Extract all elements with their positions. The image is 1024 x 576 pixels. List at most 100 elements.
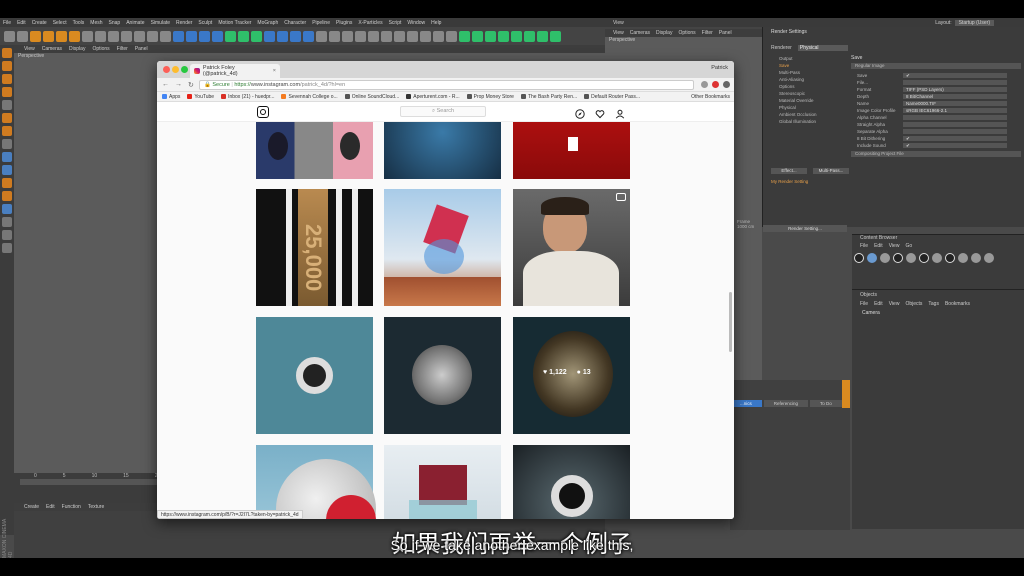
bookmark-item[interactable]: Default Router Pass...: [584, 94, 640, 100]
bookmark-item[interactable]: Apps: [162, 94, 180, 100]
post-tile[interactable]: [513, 445, 630, 519]
toolbar-button-icon[interactable]: [43, 30, 54, 42]
attribute-tab[interactable]: ...nics: [730, 400, 762, 407]
menu-item-script[interactable]: Script: [389, 20, 402, 26]
menu-item-render[interactable]: Render: [176, 20, 192, 26]
menu-item-help[interactable]: Help: [431, 20, 441, 26]
toolbar-button-icon[interactable]: [524, 30, 535, 42]
tool-icon[interactable]: [2, 217, 12, 227]
menu-item-animate[interactable]: Animate: [126, 20, 144, 26]
toolbar-button-icon[interactable]: [186, 30, 197, 42]
viewport-menu-options[interactable]: Options: [92, 46, 109, 52]
render-list-item[interactable]: Stereoscopic: [771, 90, 849, 97]
material-menu-texture[interactable]: Texture: [88, 504, 104, 510]
close-tab-icon[interactable]: ×: [273, 68, 276, 74]
setting-value[interactable]: ✔: [903, 136, 1007, 141]
toolbar-button-icon[interactable]: [199, 30, 210, 42]
toolbar-button-icon[interactable]: [17, 30, 28, 42]
scrollbar[interactable]: [729, 292, 732, 352]
toolbar-button-icon[interactable]: [69, 30, 80, 42]
toolbar-button-icon[interactable]: [381, 30, 392, 42]
setting-value[interactable]: [903, 115, 1007, 120]
material-thumb[interactable]: [880, 253, 890, 263]
post-tile[interactable]: ♥ 1,122 ● 13: [513, 317, 630, 434]
profile-icon[interactable]: [615, 106, 625, 119]
side-tab[interactable]: [842, 380, 850, 408]
setting-value[interactable]: Name0000.TIF: [903, 101, 1007, 106]
toolbar-button-icon[interactable]: [407, 30, 418, 42]
toolbar-button-icon[interactable]: [498, 30, 509, 42]
tool-icon[interactable]: [2, 230, 12, 240]
render-list-item[interactable]: Multi-Pass: [771, 69, 849, 76]
multipass-button[interactable]: Multi-Pass...: [813, 168, 849, 174]
attribute-tab[interactable]: To Do: [810, 400, 842, 407]
extension-icon[interactable]: [712, 81, 719, 88]
menu-item-mesh[interactable]: Mesh: [90, 20, 102, 26]
post-tile[interactable]: [256, 445, 376, 519]
post-tile[interactable]: [384, 189, 501, 306]
bookmark-item[interactable]: Online SoundCloud...: [344, 94, 399, 100]
toolbar-button-icon[interactable]: [212, 30, 223, 42]
objects-menu-bookmarks[interactable]: Bookmarks: [945, 301, 970, 307]
tool-icon[interactable]: [2, 126, 12, 136]
reload-icon[interactable]: ↻: [188, 81, 194, 89]
menu-item-window[interactable]: Window: [407, 20, 425, 26]
toolbar-button-icon[interactable]: [173, 30, 184, 42]
setting-value[interactable]: TIFF (PSD Layers): [903, 87, 1007, 92]
viewport-menu-display[interactable]: Display: [69, 46, 85, 52]
toolbar-button-icon[interactable]: [485, 30, 496, 42]
post-tile[interactable]: [513, 189, 630, 306]
toolbar-button-icon[interactable]: [95, 30, 106, 42]
render-list-item[interactable]: Anti-Aliasing: [771, 76, 849, 83]
toolbar-button-icon[interactable]: [329, 30, 340, 42]
layout-selector[interactable]: Layout: Startup (User): [935, 18, 994, 27]
tool-icon[interactable]: [2, 191, 12, 201]
close-window-button[interactable]: [163, 66, 170, 73]
setting-value[interactable]: ✔: [903, 73, 1007, 78]
content-browser-menu-edit[interactable]: Edit: [874, 243, 883, 249]
viewport-menu-filter[interactable]: Filter: [117, 46, 128, 52]
toolbar-button-icon[interactable]: [420, 30, 431, 42]
material-thumb[interactable]: [867, 253, 877, 263]
material-thumb[interactable]: [932, 253, 942, 263]
tool-icon[interactable]: [2, 152, 12, 162]
setting-value[interactable]: 8 Bit/Channel: [903, 94, 1007, 99]
material-thumb[interactable]: [919, 253, 929, 263]
viewport-menu-view[interactable]: View: [24, 46, 35, 52]
menu-item-edit[interactable]: Edit: [17, 20, 26, 26]
bookmark-item[interactable]: The Bash Party Ren...: [520, 94, 577, 100]
heart-icon[interactable]: [595, 106, 605, 119]
maximize-window-button[interactable]: [181, 66, 188, 73]
render-list-item[interactable]: Save: [771, 62, 849, 69]
toolbar-button-icon[interactable]: [251, 30, 262, 42]
menu-item-simulate[interactable]: Simulate: [151, 20, 170, 26]
toolbar-button-icon[interactable]: [30, 30, 41, 42]
tool-icon[interactable]: [2, 61, 12, 71]
back-icon[interactable]: ←: [162, 81, 169, 89]
menu-item-create[interactable]: Create: [32, 20, 47, 26]
toolbar-button-icon[interactable]: [290, 30, 301, 42]
search-input[interactable]: ⌕ Search: [400, 106, 486, 117]
viewport-menu-panel[interactable]: Panel: [135, 46, 148, 52]
toolbar-button-icon[interactable]: [433, 30, 444, 42]
toolbar-button-icon[interactable]: [160, 30, 171, 42]
toolbar-button-icon[interactable]: [277, 30, 288, 42]
menu-item-x-particles[interactable]: X-Particles: [358, 20, 382, 26]
toolbar-button-icon[interactable]: [342, 30, 353, 42]
toolbar-button-icon[interactable]: [472, 30, 483, 42]
material-menu-create[interactable]: Create: [24, 504, 39, 510]
material-thumb[interactable]: [906, 253, 916, 263]
post-tile[interactable]: [384, 445, 501, 519]
regular-image-section[interactable]: Regular Image: [851, 63, 1021, 69]
render-list-item[interactable]: Options: [771, 83, 849, 90]
toolbar-button-icon[interactable]: [264, 30, 275, 42]
toolbar-button-icon[interactable]: [303, 30, 314, 42]
render-list-item[interactable]: Output: [771, 55, 849, 62]
my-render-setting[interactable]: My Render Setting: [771, 179, 808, 184]
effect-button[interactable]: Effect...: [771, 168, 807, 174]
view2-menu-cameras[interactable]: Cameras: [630, 30, 650, 36]
menu-item-motion-tracker[interactable]: Motion Tracker: [218, 20, 251, 26]
material-thumb[interactable]: [971, 253, 981, 263]
post-tile[interactable]: [256, 122, 373, 179]
toolbar-button-icon[interactable]: [147, 30, 158, 42]
